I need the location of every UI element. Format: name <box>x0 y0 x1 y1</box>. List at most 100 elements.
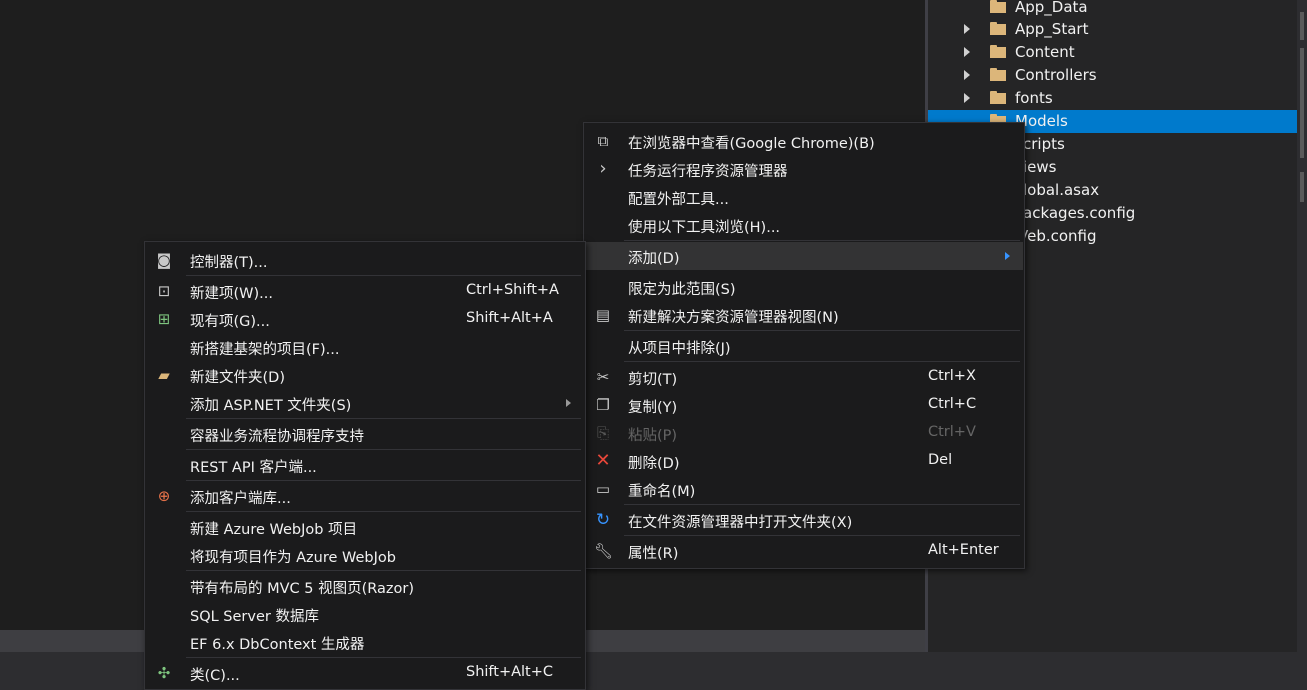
tree-item-label: Controllers <box>1015 66 1097 84</box>
menu-item-scope-to-this[interactable]: 限定为此范围(S) <box>584 273 1024 301</box>
menu-item-client-library[interactable]: ⊕ 添加客户端库... <box>145 482 585 510</box>
menu-item-open-in-file-explorer[interactable]: ↻ 在文件资源管理器中打开文件夹(X) <box>584 506 1024 534</box>
menu-item-add[interactable]: 添加(D) <box>585 242 1023 270</box>
menu-item-new-item[interactable]: ⊡ 新建项(W)... Ctrl+Shift+A <box>145 277 585 305</box>
menu-item-shortcut: Ctrl+C <box>928 396 977 412</box>
menu-item-new-folder[interactable]: ▰ 新建文件夹(D) <box>145 361 585 389</box>
tree-item-content[interactable]: Content <box>928 41 1297 64</box>
menu-separator <box>186 657 581 658</box>
tree-item-label: lobal.asax <box>1023 181 1100 199</box>
menu-item-label: EF 6.x DbContext 生成器 <box>190 637 365 653</box>
menu-item-configure-tools[interactable]: 配置外部工具... <box>584 183 1024 211</box>
side-tab-marker[interactable] <box>1300 48 1304 158</box>
tree-item-label: App_Start <box>1015 20 1089 38</box>
menu-item-label: 使用以下工具浏览(H)... <box>628 220 781 236</box>
menu-item-add-aspnet-folder[interactable]: 添加 ASP.NET 文件夹(S) <box>145 389 585 417</box>
tree-item-label: App_Data <box>1015 0 1088 16</box>
menu-item-label: 新建解决方案资源管理器视图(N) <box>628 310 839 326</box>
menu-item-scaffolded-item[interactable]: 新搭建基架的项目(F)... <box>145 333 585 361</box>
menu-item-label: 现有项(G)... <box>190 314 270 330</box>
controller-icon: ◙ <box>156 251 172 269</box>
menu-separator <box>624 361 1020 362</box>
tree-item-label: Content <box>1015 43 1075 61</box>
menu-separator <box>186 275 581 276</box>
menu-item-new-azure-webjob[interactable]: 新建 Azure WebJob 项目 <box>145 513 585 541</box>
menu-item-browse-with[interactable]: 使用以下工具浏览(H)... <box>584 211 1024 239</box>
menu-item-existing-item[interactable]: ⊞ 现有项(G)... Shift+Alt+A <box>145 305 585 333</box>
menu-item-controller[interactable]: ◙ 控制器(T)... <box>145 246 585 274</box>
paste-icon: ⎘ <box>596 424 609 442</box>
context-menu: ⧉ 在浏览器中查看(Google Chrome)(B) › 任务运行程序资源管理… <box>583 122 1025 569</box>
menu-item-cut[interactable]: ✂ 剪切(T) Ctrl+X <box>584 363 1024 391</box>
menu-item-new-explorer-view[interactable]: ▤ 新建解决方案资源管理器视图(N) <box>584 301 1024 329</box>
menu-item-paste[interactable]: ⎘ 粘贴(P) Ctrl+V <box>584 419 1024 447</box>
submenu-arrow-icon <box>1005 252 1010 260</box>
side-tab-marker[interactable] <box>1300 172 1304 202</box>
menu-item-label: 剪切(T) <box>628 372 678 388</box>
menu-item-label: 控制器(T)... <box>190 255 268 271</box>
menu-separator <box>624 240 1020 241</box>
menu-item-label: 新建文件夹(D) <box>190 370 285 386</box>
tree-item-label: fonts <box>1015 89 1053 107</box>
side-tab-marker[interactable] <box>1300 12 1304 40</box>
tree-item-label: iews <box>1023 158 1057 176</box>
menu-item-label: 属性(R) <box>628 546 679 562</box>
menu-item-label: 删除(D) <box>628 456 680 472</box>
menu-item-properties[interactable]: 🔧︎ 属性(R) Alt+Enter <box>584 537 1024 565</box>
folder-icon <box>990 45 1006 58</box>
menu-separator <box>186 418 581 419</box>
rename-icon: ▭ <box>595 480 611 498</box>
expand-arrow-icon[interactable] <box>964 70 970 80</box>
menu-item-label: 任务运行程序资源管理器 <box>628 164 788 180</box>
new-view-icon: ▤ <box>595 306 611 324</box>
menu-item-label: 新建项(W)... <box>190 286 273 302</box>
menu-item-label: 复制(Y) <box>628 400 678 416</box>
menu-item-shortcut: Shift+Alt+A <box>466 310 553 326</box>
tree-item-controllers[interactable]: Controllers <box>928 64 1297 87</box>
menu-item-ef-dbcontext[interactable]: EF 6.x DbContext 生成器 <box>145 628 585 656</box>
refresh-arrow-icon: ↻ <box>595 510 611 530</box>
menu-item-delete[interactable]: ✕ 删除(D) Del <box>584 447 1024 475</box>
folder-icon <box>990 68 1006 81</box>
menu-item-task-runner[interactable]: › 任务运行程序资源管理器 <box>584 155 1024 183</box>
menu-item-sql-database[interactable]: SQL Server 数据库 <box>145 600 585 628</box>
tree-item-fonts[interactable]: fonts <box>928 87 1297 110</box>
menu-item-label: SQL Server 数据库 <box>190 609 319 625</box>
chevron-right-icon: › <box>599 158 607 179</box>
menu-item-label: 从项目中排除(J) <box>628 341 731 357</box>
menu-item-label: 带有布局的 MVC 5 视图页(Razor) <box>190 581 415 597</box>
menu-item-label: 在文件资源管理器中打开文件夹(X) <box>628 515 853 531</box>
cut-icon: ✂ <box>596 368 610 386</box>
menu-item-rename[interactable]: ▭ 重命名(M) <box>584 475 1024 503</box>
menu-item-label: 添加客户端库... <box>190 491 291 507</box>
tree-item-app-data[interactable]: App_Data <box>928 0 1297 19</box>
menu-item-class[interactable]: ✣ 类(C)... Shift+Alt+C <box>145 659 585 687</box>
menu-item-copy[interactable]: ❐ 复制(Y) Ctrl+C <box>584 391 1024 419</box>
menu-item-label: 类(C)... <box>190 668 240 684</box>
menu-item-mvc5-view[interactable]: 带有布局的 MVC 5 视图页(Razor) <box>145 572 585 600</box>
menu-item-view-in-browser[interactable]: ⧉ 在浏览器中查看(Google Chrome)(B) <box>584 127 1024 155</box>
menu-separator <box>186 511 581 512</box>
menu-item-label: 将现有项目作为 Azure WebJob <box>190 550 396 566</box>
menu-item-exclude[interactable]: 从项目中排除(J) <box>584 332 1024 360</box>
menu-item-label: 新建 Azure WebJob 项目 <box>190 522 358 538</box>
tree-item-label: cripts <box>1023 135 1065 153</box>
menu-item-shortcut: Ctrl+V <box>928 424 976 440</box>
menu-item-label: 添加 ASP.NET 文件夹(S) <box>190 398 352 414</box>
menu-item-label: 添加(D) <box>628 251 680 267</box>
menu-item-label: 限定为此范围(S) <box>628 282 736 298</box>
new-folder-icon: ▰ <box>158 366 170 384</box>
menu-item-existing-as-webjob[interactable]: 将现有项目作为 Azure WebJob <box>145 541 585 569</box>
menu-separator <box>186 449 581 450</box>
expand-arrow-icon[interactable] <box>964 24 970 34</box>
menu-item-rest-api-client[interactable]: REST API 客户端... <box>145 451 585 479</box>
menu-item-shortcut: Shift+Alt+C <box>466 664 554 680</box>
existing-item-icon: ⊞ <box>157 310 171 328</box>
tree-item-app-start[interactable]: App_Start <box>928 18 1297 41</box>
folder-icon <box>990 22 1006 35</box>
expand-arrow-icon[interactable] <box>964 93 970 103</box>
client-library-icon: ⊕ <box>157 487 171 505</box>
menu-item-container-orchestrator[interactable]: 容器业务流程协调程序支持 <box>145 420 585 448</box>
wrench-icon: 🔧︎ <box>594 542 614 560</box>
expand-arrow-icon[interactable] <box>964 47 970 57</box>
